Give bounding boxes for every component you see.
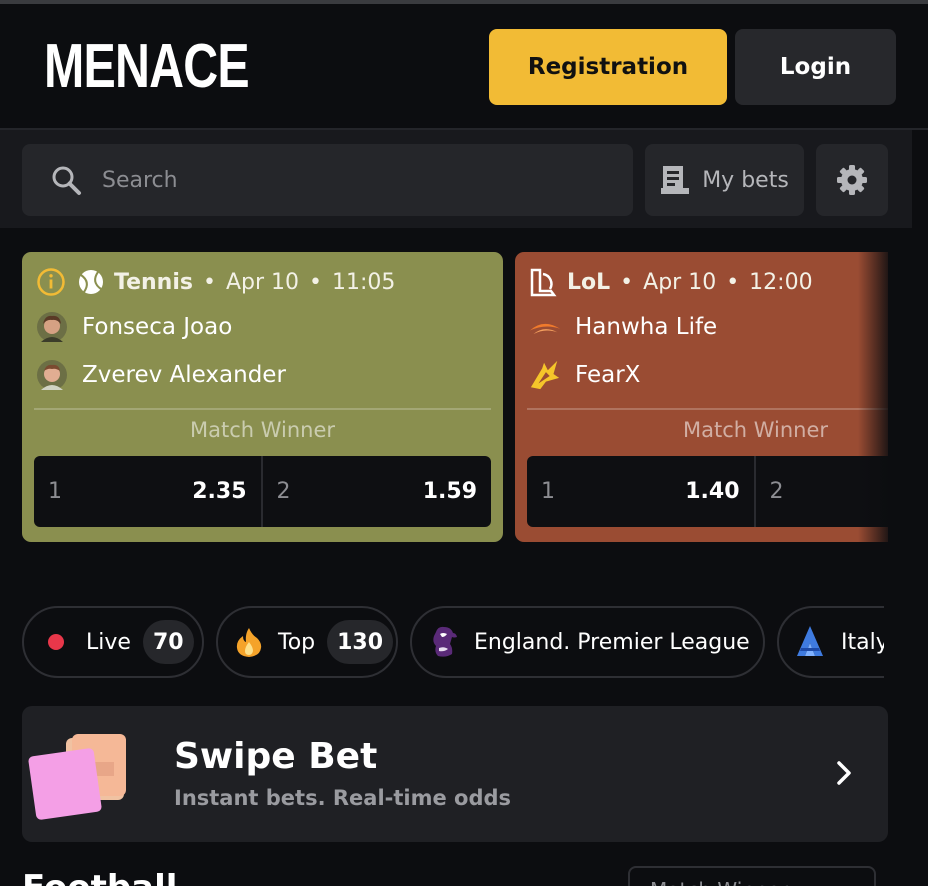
team-name: Hanwha Life [575, 314, 718, 340]
section-title: Football [22, 868, 177, 886]
chip-label: Top [278, 629, 316, 655]
serie-a-icon [797, 626, 823, 656]
odds-label: 2 [769, 479, 784, 504]
chip-count: 130 [327, 620, 394, 664]
team-name: Fonseca Joao [82, 314, 233, 340]
odds-value: 1.40 [685, 479, 740, 504]
premier-league-icon [433, 626, 457, 657]
odds-button-2[interactable]: 2 1.59 [263, 456, 492, 527]
meta-separator: • [620, 269, 634, 295]
chip-label: Italy [841, 629, 884, 655]
meta-separator: • [309, 269, 322, 295]
odds-row: 1 2.35 2 1.59 [34, 456, 491, 527]
tennis-ball-icon [79, 270, 103, 294]
team-name: Zverev Alexander [82, 362, 286, 388]
team-row-2: Zverev Alexander [36, 357, 286, 393]
player-avatar [36, 359, 68, 391]
chevron-right-icon[interactable] [834, 758, 854, 788]
sport-name: Tennis [114, 269, 193, 295]
chip-live[interactable]: Live 70 [22, 606, 204, 678]
team-row-1: Hanwha Life [529, 309, 717, 345]
chip-label: England. Premier League [474, 629, 750, 655]
fearx-logo [529, 359, 561, 391]
player-avatar [36, 311, 68, 343]
team-row-1: Fonseca Joao [36, 309, 232, 345]
search-placeholder: Search [102, 167, 178, 193]
gear-icon [837, 165, 867, 195]
my-bets-label: My bets [702, 167, 789, 193]
odds-button-1[interactable]: 1 2.35 [34, 456, 263, 527]
market-label: Match Winner [189, 418, 336, 442]
card-divider [527, 408, 888, 410]
swipe-bet-subtitle: Instant bets. Real-time odds [174, 786, 512, 810]
search-icon [52, 166, 81, 195]
quick-filter-chips: Live 70 Top 130 England. Premier League … [22, 606, 884, 678]
my-bets-button[interactable]: My bets [645, 144, 804, 216]
sport-name: LoL [567, 269, 611, 295]
registration-button[interactable]: Registration [489, 29, 727, 105]
team-name: FearX [575, 362, 641, 388]
match-meta: LoL • Apr 10 • 12:00 [529, 268, 813, 297]
odds-value: 1.59 [422, 479, 477, 504]
lol-icon [530, 268, 557, 297]
odds-row: 1 1.40 2 [527, 456, 888, 527]
receipt-icon [661, 166, 690, 194]
chip-count: 70 [142, 620, 194, 664]
chip-top[interactable]: Top 130 [216, 606, 398, 678]
featured-matches-carousel[interactable]: Tennis • Apr 10 • 11:05 Fonseca Joao Zve… [0, 252, 888, 542]
fire-icon [236, 628, 262, 657]
odds-label: 1 [48, 479, 62, 504]
chip-label: Live [86, 629, 131, 655]
carousel-fade [858, 252, 888, 542]
match-date: Apr 10 [225, 269, 299, 295]
meta-separator: • [726, 269, 740, 295]
hanwha-life-logo [529, 311, 561, 343]
match-time: 12:00 [749, 269, 813, 295]
match-meta: Tennis • Apr 10 • 11:05 [36, 268, 395, 296]
swipe-bet-banner[interactable]: Swipe Bet Instant bets. Real-time odds [22, 706, 888, 842]
logo[interactable]: MENACE [44, 36, 250, 98]
login-button[interactable]: Login [735, 29, 896, 105]
header: MENACE Registration Login [0, 4, 928, 130]
odds-value: 2.35 [192, 479, 247, 504]
match-card-tennis[interactable]: Tennis • Apr 10 • 11:05 Fonseca Joao Zve… [22, 252, 503, 542]
market-select[interactable]: Match Winner [628, 866, 876, 886]
chip-premier-league[interactable]: England. Premier League [410, 606, 765, 678]
odds-label: 1 [541, 479, 555, 504]
meta-separator: • [202, 269, 216, 295]
settings-button[interactable] [816, 144, 888, 216]
info-icon[interactable] [36, 267, 66, 297]
match-card-lol[interactable]: LoL • Apr 10 • 12:00 Hanwha Life FearX M… [515, 252, 888, 542]
card-divider [34, 408, 491, 410]
odds-label: 2 [276, 479, 291, 504]
chip-italy[interactable]: Italy [777, 606, 884, 678]
cards-illustration-icon [28, 734, 126, 820]
search-bar-row: Search My bets [0, 130, 912, 228]
market-label: Match Winner [682, 418, 829, 442]
odds-button-1[interactable]: 1 1.40 [527, 456, 756, 527]
swipe-bet-title: Swipe Bet [174, 736, 378, 777]
team-row-2: FearX [529, 357, 640, 393]
match-time: 11:05 [331, 269, 396, 295]
match-date: Apr 10 [643, 269, 717, 295]
search-input[interactable]: Search [22, 144, 633, 216]
live-dot-icon [48, 634, 64, 650]
